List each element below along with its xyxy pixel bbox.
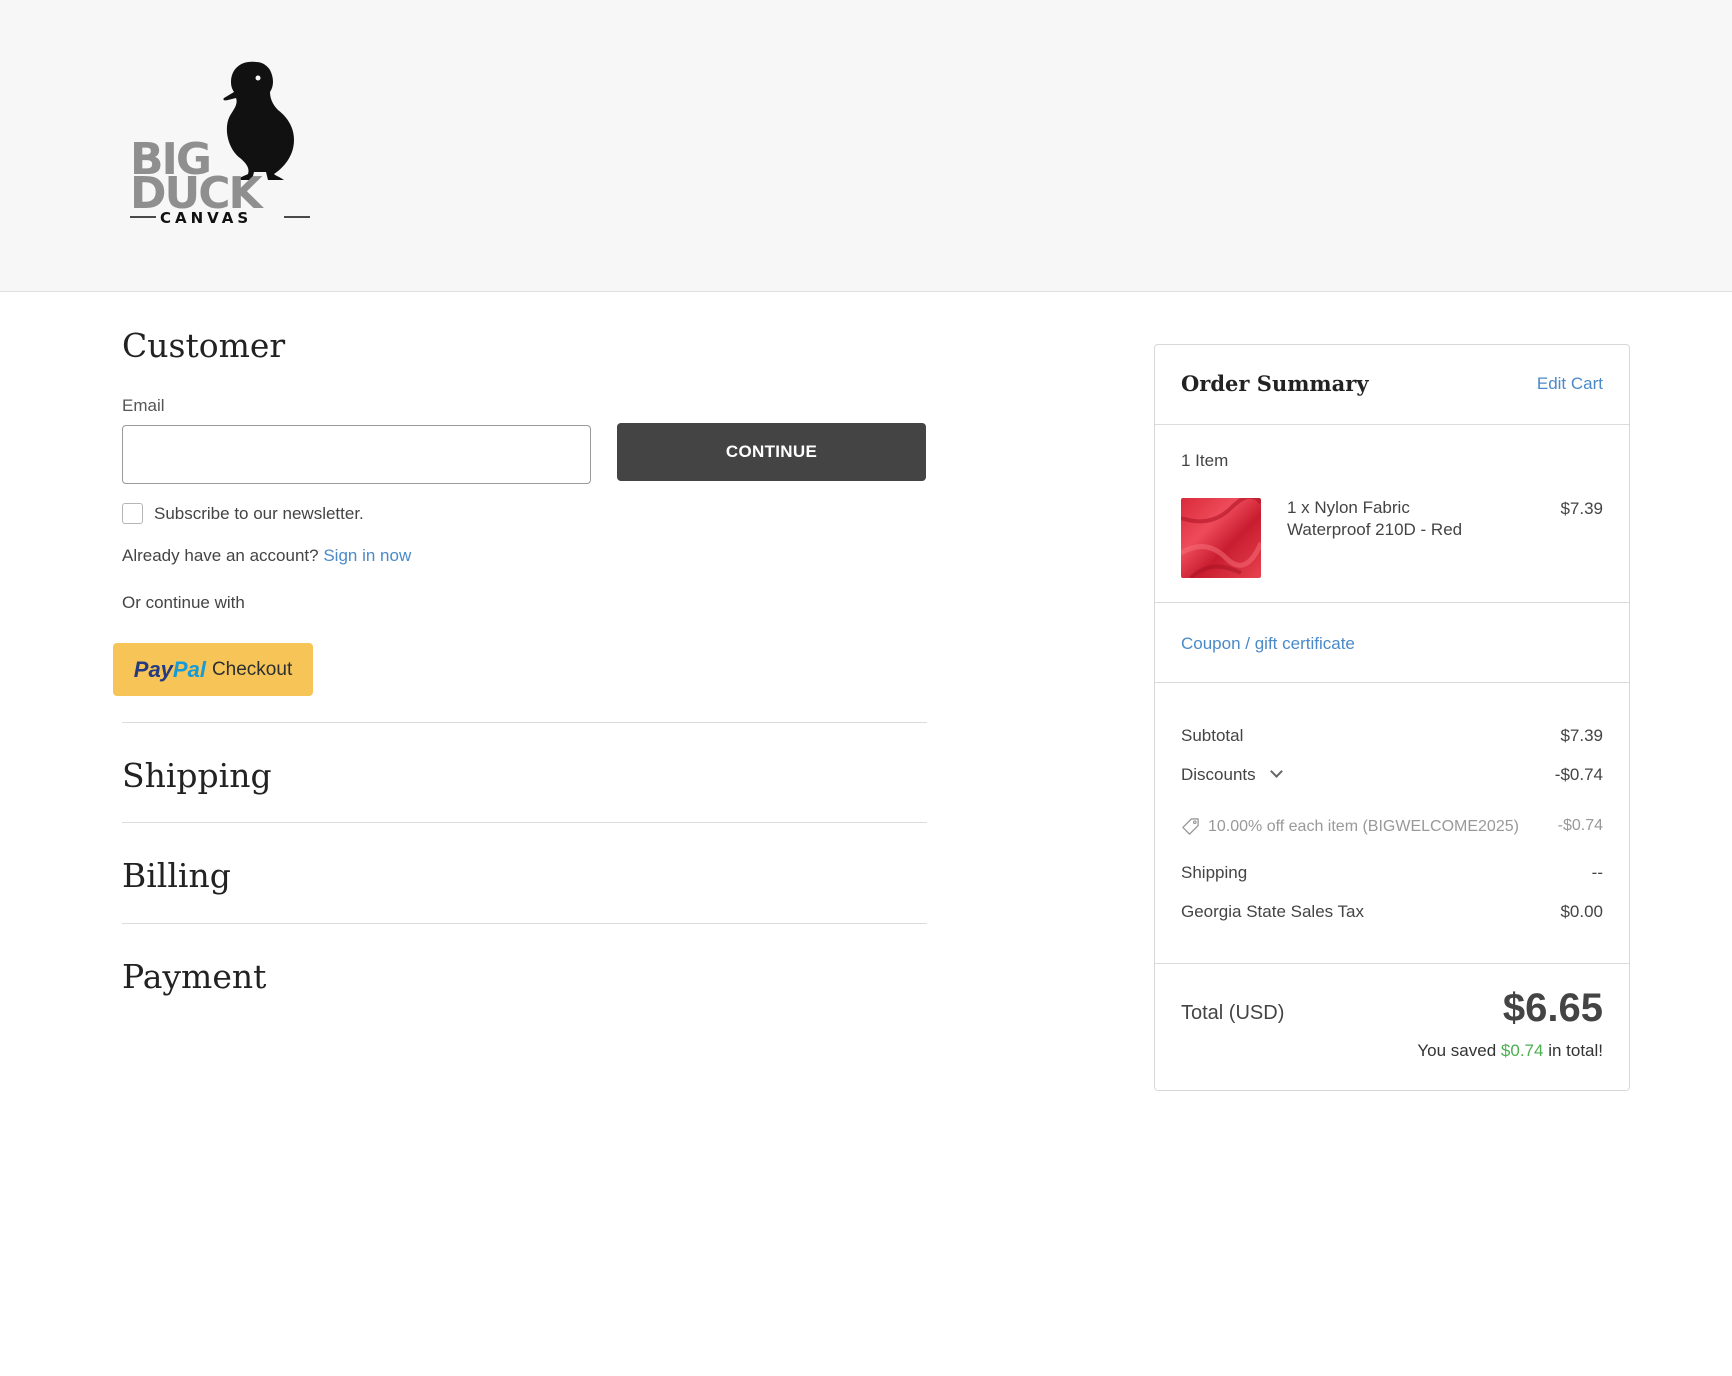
order-summary-header: Order Summary Edit Cart [1155,345,1629,425]
paypal-logo-pal: Pal [172,656,206,682]
coupon-gift-certificate-link[interactable]: Coupon / gift certificate [1181,634,1355,654]
discount-detail-label: 10.00% off each item (BIGWELCOME2025) [1208,817,1519,835]
payment-section-title[interactable]: Payment [122,957,266,996]
product-price: $7.39 [1560,499,1603,518]
summary-divider [1155,963,1629,964]
savings-note: You saved $0.74 in total! [1417,1041,1603,1061]
customer-title: Customer [122,326,286,365]
total-label: Total (USD) [1181,1002,1285,1024]
newsletter-label: Subscribe to our newsletter. [154,503,364,523]
shipping-value: -- [1591,863,1603,882]
saved-suffix: in total! [1548,1041,1603,1060]
product-thumbnail [1181,498,1261,578]
items-count: 1 Item [1181,451,1229,470]
discounts-label: Discounts [1181,765,1256,784]
section-divider [122,822,927,823]
duck-logo-icon: BIG DUCK CANVAS [130,61,310,227]
shipping-label: Shipping [1181,863,1248,882]
account-prompt: Already have an account? Sign in now [122,546,411,566]
section-divider [122,722,927,723]
section-divider [122,923,927,924]
billing-section-title[interactable]: Billing [122,856,231,895]
discount-detail: 10.00% off each item (BIGWELCOME2025) [1181,817,1519,836]
saved-amount: $0.74 [1500,1041,1544,1060]
product-name: 1 x Nylon Fabric Waterproof 210D - Red [1287,498,1463,539]
fabric-image-icon [1181,498,1261,578]
paypal-logo-pay: Pay [133,656,173,682]
order-summary: Order Summary Edit Cart 1 Item 1 x Nylon… [1154,344,1630,1091]
saved-prefix: You saved [1417,1041,1497,1060]
tag-icon [1182,818,1199,835]
edit-cart-link[interactable]: Edit Cart [1537,374,1603,394]
email-label: Email [122,396,165,415]
big-duck-canvas-logo[interactable]: BIG DUCK CANVAS [128,56,328,236]
continue-button[interactable]: CONTINUE [617,423,926,481]
order-summary-title: Order Summary [1181,371,1369,396]
discounts-toggle[interactable]: Discounts [1181,765,1283,785]
chevron-down-icon [1269,765,1283,778]
newsletter-option[interactable]: Subscribe to our newsletter. [122,503,364,524]
total-value: $6.65 [1502,986,1603,1030]
newsletter-checkbox[interactable] [122,503,143,524]
summary-divider [1155,602,1629,603]
subtotal-label: Subtotal [1181,726,1244,745]
tax-label: Georgia State Sales Tax [1181,902,1365,921]
summary-divider [1155,682,1629,683]
discounts-value: -$0.74 [1554,765,1603,784]
subtotal-value: $7.39 [1560,726,1603,745]
discount-detail-value: -$0.74 [1557,817,1603,834]
email-field[interactable] [122,425,591,484]
tax-value: $0.00 [1560,902,1603,921]
sign-in-link[interactable]: Sign in now [323,546,411,565]
svg-text:CANVAS: CANVAS [160,209,252,227]
or-continue-text: Or continue with [122,593,245,612]
account-prompt-text: Already have an account? [122,546,319,565]
shipping-section-title[interactable]: Shipping [122,756,272,795]
paypal-checkout-button[interactable]: Pay Pal Checkout [113,643,313,696]
paypal-checkout-label: Checkout [211,658,293,680]
page-header: BIG DUCK CANVAS [0,0,1732,292]
